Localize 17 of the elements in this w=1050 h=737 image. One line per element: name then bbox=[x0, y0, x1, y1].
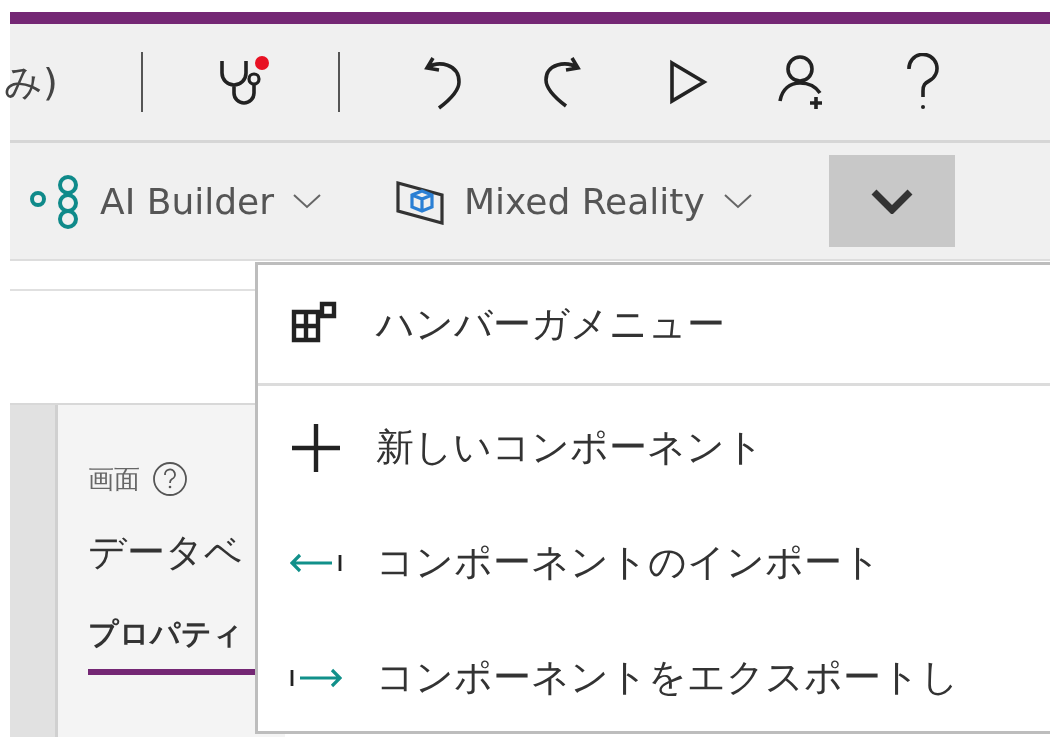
help-icon[interactable] bbox=[152, 461, 188, 497]
menu-item[interactable]: 新しいコンポーネント bbox=[258, 390, 1050, 505]
more-button[interactable] bbox=[828, 155, 955, 247]
app-status-text: み) bbox=[4, 58, 59, 106]
chevron-down-icon bbox=[869, 188, 914, 214]
ribbon-dropdown[interactable]: Mixed Reality bbox=[388, 177, 759, 225]
ribbon-dropdown[interactable]: AI Builder bbox=[24, 173, 328, 229]
help-icon bbox=[905, 53, 941, 111]
screen-name: データベ bbox=[88, 529, 244, 576]
chevron-down-icon bbox=[722, 193, 753, 209]
menu-item[interactable]: コンポーネントのインポート bbox=[258, 505, 1050, 620]
play-icon bbox=[668, 59, 708, 105]
menu-item[interactable]: ハンバーガメニュー bbox=[258, 265, 1050, 383]
plus-icon bbox=[290, 421, 342, 474]
menu-item[interactable]: コンポーネントをエクスポートし bbox=[258, 620, 1050, 735]
chevron-down-icon bbox=[292, 193, 322, 209]
screen-label: 画面 bbox=[88, 462, 140, 496]
